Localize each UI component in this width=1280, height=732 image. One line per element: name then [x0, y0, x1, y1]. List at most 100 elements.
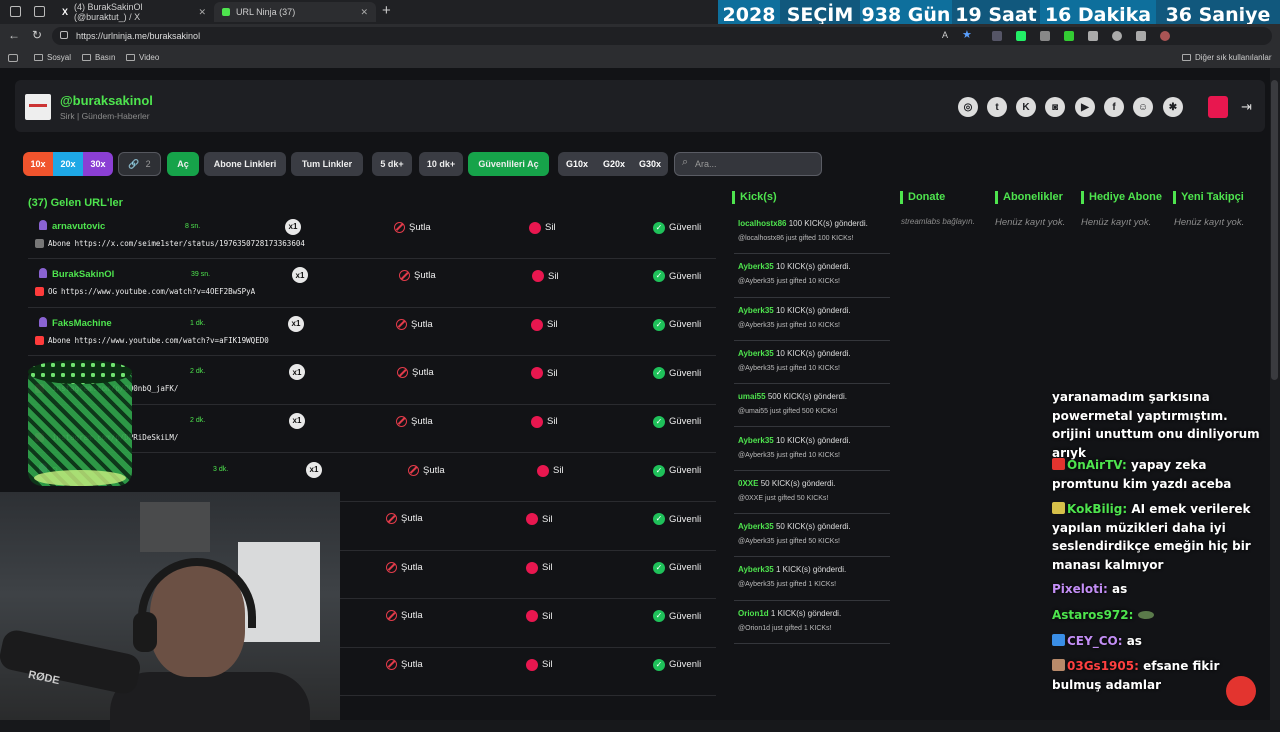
- scrollbar-thumb[interactable]: [1271, 80, 1278, 380]
- close-icon[interactable]: ✕: [360, 7, 368, 18]
- ban-button[interactable]: Şutla: [386, 561, 423, 573]
- search-input[interactable]: Ara...: [674, 152, 822, 176]
- all-links-button[interactable]: Tum Linkler: [291, 152, 363, 176]
- read-aloud-icon[interactable]: A: [942, 30, 948, 40]
- bookmark-folder[interactable]: Sosyal: [34, 53, 71, 62]
- tab-urlninja[interactable]: URL Ninja (37) ✕: [214, 2, 376, 22]
- kick-icon[interactable]: K: [1016, 97, 1036, 117]
- kick-amount: 500 KICK(s) gönderdi.: [767, 392, 847, 402]
- ban-button[interactable]: Şutla: [396, 318, 433, 330]
- row-link[interactable]: Abone https://x.com/seime1ster/status/197…: [35, 238, 305, 248]
- chat-message: Pixeloti: as: [1052, 580, 1270, 599]
- check-icon: ✓: [653, 513, 665, 526]
- delete-button[interactable]: Sil: [531, 367, 558, 380]
- row-link[interactable]: OG https://www.youtube.com/watch?v=4OEF2B…: [35, 287, 255, 297]
- extensions-icon-row[interactable]: [992, 31, 1212, 41]
- row-username[interactable]: arnavutovic: [52, 221, 105, 232]
- speed-20x-button[interactable]: 20x: [53, 152, 83, 176]
- extension-icon[interactable]: [1136, 31, 1146, 41]
- ban-button[interactable]: Şutla: [386, 658, 423, 670]
- delete-button[interactable]: Sil: [531, 318, 558, 331]
- facebook-icon[interactable]: f: [1104, 97, 1124, 117]
- ten-min-button[interactable]: 10 dk+: [419, 152, 463, 176]
- ban-button[interactable]: Şutla: [386, 513, 423, 525]
- safe-button[interactable]: ✓ Güvenli: [653, 367, 701, 380]
- kick-summary: Ayberk35 10 KICK(s) gönderdi.: [738, 436, 851, 445]
- extension-icon[interactable]: [1064, 31, 1074, 41]
- new-tab-icon[interactable]: +: [382, 2, 391, 19]
- safe-button[interactable]: ✓ Güvenli: [653, 270, 701, 283]
- close-icon[interactable]: ✕: [198, 7, 206, 18]
- logout-icon[interactable]: ⇥: [1241, 99, 1252, 115]
- extension-icon[interactable]: [1040, 31, 1050, 41]
- red-app-icon[interactable]: [1208, 96, 1228, 118]
- filter-g30x-button[interactable]: G30x: [632, 152, 668, 176]
- ban-button[interactable]: Şutla: [397, 367, 434, 379]
- delete-button[interactable]: Sil: [526, 561, 553, 574]
- donate-column-header: Donate: [900, 191, 945, 204]
- subscriber-links-button[interactable]: Abone Linkleri: [204, 152, 286, 176]
- safe-button[interactable]: ✓ Güvenli: [653, 658, 701, 671]
- back-icon[interactable]: ←: [8, 28, 20, 42]
- delete-label: Sil: [548, 270, 559, 282]
- extension-icon[interactable]: [1112, 31, 1122, 41]
- row-username[interactable]: BurakSakinOl: [52, 269, 114, 280]
- safe-label: Güvenli: [669, 222, 702, 233]
- dribbble-icon[interactable]: ◎: [958, 97, 978, 117]
- safe-button[interactable]: ✓ Güvenli: [653, 561, 701, 574]
- favorite-star-icon[interactable]: ★: [962, 28, 972, 41]
- ban-button[interactable]: Şutla: [386, 610, 423, 622]
- streamlabs-icon[interactable]: ✱: [1163, 97, 1183, 117]
- delete-button[interactable]: Sil: [526, 658, 553, 671]
- row-username[interactable]: FaksMachine: [52, 318, 112, 329]
- row-link[interactable]: Abone https://www.youtube.com/watch?v=aFI…: [35, 335, 269, 345]
- open-button[interactable]: Aç: [167, 152, 199, 176]
- instagram-icon[interactable]: ◙: [1045, 97, 1065, 117]
- filter-g10x-button[interactable]: G10x: [558, 152, 596, 176]
- kick-detail: @Ayberk35 just gifted 10 KICKs!: [738, 321, 840, 329]
- youtube-icon[interactable]: ▶: [1075, 97, 1095, 117]
- bookmark-folder[interactable]: Video: [126, 53, 159, 62]
- profile-handle[interactable]: @buraksakinol: [60, 93, 153, 108]
- safe-button[interactable]: ✓ Güvenli: [653, 513, 701, 526]
- twitter-icon[interactable]: t: [987, 97, 1007, 117]
- ban-label: Şutla: [412, 367, 434, 379]
- delete-button[interactable]: Sil: [537, 464, 564, 477]
- tab-label: URL Ninja (37): [236, 7, 296, 17]
- extension-icon[interactable]: [1016, 31, 1026, 41]
- ban-button[interactable]: Şutla: [408, 464, 445, 476]
- tab-list-icon[interactable]: [34, 6, 45, 17]
- filter-g20x-button[interactable]: G20x: [596, 152, 632, 176]
- safe-button[interactable]: ✓ Güvenli: [653, 415, 701, 428]
- extension-icon[interactable]: [1088, 31, 1098, 41]
- delete-button[interactable]: Sil: [529, 221, 556, 234]
- safe-button[interactable]: ✓ Güvenli: [653, 610, 701, 623]
- tab-x[interactable]: X (4) BurakSakinOl (@buraktut_) / X ✕: [54, 2, 214, 22]
- profile-avatar[interactable]: [1160, 31, 1170, 41]
- ban-button[interactable]: Şutla: [396, 415, 433, 427]
- delete-button[interactable]: Sil: [532, 270, 559, 283]
- link-count-field[interactable]: 🔗 2: [118, 152, 161, 176]
- safe-button[interactable]: ✓ Güvenli: [653, 318, 701, 331]
- discord-icon[interactable]: ☺: [1133, 97, 1153, 117]
- delete-button[interactable]: Sil: [526, 610, 553, 623]
- other-bookmarks[interactable]: Diğer sık kullanılanlar: [1182, 53, 1271, 62]
- speed-10x-button[interactable]: 10x: [23, 152, 53, 176]
- reading-list-icon[interactable]: [8, 54, 18, 62]
- open-safe-button[interactable]: Güvenlileri Aç: [468, 152, 549, 176]
- safe-button[interactable]: ✓ Güvenli: [653, 221, 702, 234]
- site-info-icon[interactable]: [60, 31, 68, 39]
- tab-overview-icon[interactable]: [10, 6, 21, 17]
- bookmark-folder[interactable]: Basın: [82, 53, 115, 62]
- check-icon: ✓: [653, 415, 665, 428]
- five-min-button[interactable]: 5 dk+: [372, 152, 412, 176]
- ban-button[interactable]: Şutla: [399, 270, 436, 282]
- extension-icon[interactable]: [992, 31, 1002, 41]
- speed-30x-button[interactable]: 30x: [83, 152, 113, 176]
- reload-icon[interactable]: ↻: [32, 28, 42, 42]
- delete-button[interactable]: Sil: [526, 513, 553, 526]
- row-multiplier-badge: x1: [288, 315, 304, 332]
- delete-button[interactable]: Sil: [531, 415, 558, 428]
- safe-button[interactable]: ✓ Güvenli: [653, 464, 701, 477]
- ban-button[interactable]: Şutla: [394, 221, 431, 233]
